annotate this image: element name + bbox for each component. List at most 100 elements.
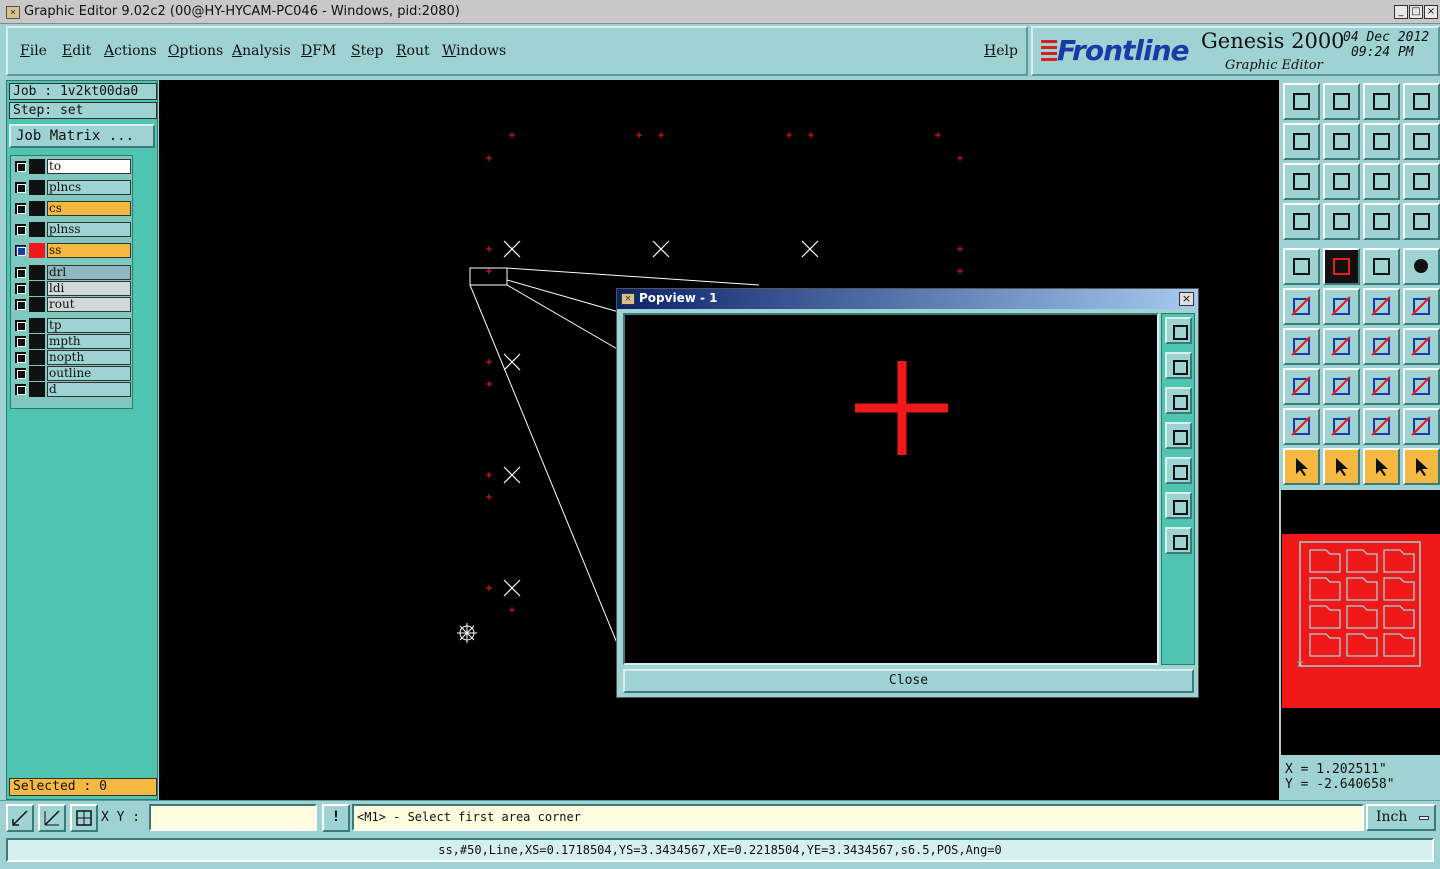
layer-checkbox[interactable] [15, 352, 26, 363]
select-pad-icon[interactable] [1283, 368, 1320, 405]
pointer-circle-icon[interactable] [1363, 448, 1400, 485]
layer-row-rout[interactable]: rout [13, 297, 131, 312]
menu-analysis[interactable]: Analysis [232, 43, 291, 59]
pointer-icon[interactable] [1283, 448, 1320, 485]
layer-color-swatch[interactable] [29, 334, 45, 349]
layer-row-plncs[interactable]: plncs [13, 180, 131, 195]
popview-zoom-in-icon[interactable] [1165, 527, 1192, 554]
arrow-up-icon[interactable] [1323, 408, 1360, 445]
layer-name[interactable]: tp [47, 318, 131, 333]
link-icon[interactable] [1363, 288, 1400, 325]
layer-checkbox[interactable] [15, 161, 26, 172]
layer-color-swatch[interactable] [29, 159, 45, 174]
layer-color-swatch[interactable] [29, 281, 45, 296]
measure-h-icon[interactable] [1363, 368, 1400, 405]
fill-icon[interactable] [1323, 248, 1360, 285]
dash-icon[interactable] [1323, 368, 1360, 405]
layer-checkbox[interactable] [15, 267, 26, 278]
layer-row-ldi[interactable]: ldi [13, 281, 131, 296]
probe-icon[interactable] [1323, 203, 1360, 240]
layer-row-mpth[interactable]: mpth [13, 334, 131, 349]
triangle-outline-icon[interactable] [1363, 408, 1400, 445]
mirror-icon[interactable] [1403, 328, 1440, 365]
popview-close-icon[interactable]: × [1179, 292, 1194, 306]
measure-icon[interactable] [38, 804, 66, 832]
layer-compare-icon[interactable] [1363, 203, 1400, 240]
layer-row-outline[interactable]: outline [13, 366, 131, 381]
layer-row-ss[interactable]: ss [13, 243, 131, 258]
layer-checkbox[interactable] [15, 283, 26, 294]
zoom-center-icon[interactable] [1323, 163, 1360, 200]
dot-icon[interactable] [1403, 248, 1440, 285]
layer-name[interactable]: ss [47, 243, 131, 258]
menu-windows[interactable]: Windows [442, 43, 506, 59]
popview-pan-up-icon[interactable] [1165, 352, 1192, 379]
layer-row-d[interactable]: d [13, 382, 131, 397]
menu-dfm[interactable]: DFM [301, 43, 336, 59]
layer-color-swatch[interactable] [29, 265, 45, 280]
xy-input[interactable] [149, 804, 317, 831]
layer-checkbox[interactable] [15, 299, 26, 310]
exclamation-button[interactable]: ! [322, 804, 350, 832]
shapes-icon[interactable] [1403, 368, 1440, 405]
popview-close-button[interactable]: Close [623, 669, 1194, 693]
layer-color-swatch[interactable] [29, 243, 45, 258]
popview-pan-left-icon[interactable] [1165, 422, 1192, 449]
popview-titlebar[interactable]: × Popview - 1 [617, 289, 1198, 309]
close-window-button[interactable]: × [1424, 5, 1438, 19]
zoom-ratio-icon[interactable] [1363, 163, 1400, 200]
job-matrix-button[interactable]: Job Matrix ... [9, 124, 155, 148]
snap-icon[interactable] [6, 804, 34, 832]
layer-color-swatch[interactable] [29, 222, 45, 237]
unit-selector[interactable]: Inch [1366, 804, 1436, 831]
layer-color-swatch[interactable] [29, 180, 45, 195]
popview-pan-down-icon[interactable] [1165, 387, 1192, 414]
zoom-fit-icon[interactable] [1283, 163, 1320, 200]
pad-icon[interactable] [1283, 248, 1320, 285]
layer-name[interactable]: drl [47, 265, 131, 280]
export-icon[interactable] [1323, 123, 1360, 160]
maximize-button[interactable]: □ [1409, 5, 1423, 19]
layer-name[interactable]: nopth [47, 350, 131, 365]
layer-color-swatch[interactable] [29, 350, 45, 365]
layer-row-plnss[interactable]: plnss [13, 222, 131, 237]
layer-name[interactable]: rout [47, 297, 131, 312]
cross-icon[interactable] [1323, 288, 1360, 325]
menu-step[interactable]: Step [351, 43, 383, 59]
layer-row-nopth[interactable]: nopth [13, 350, 131, 365]
minimize-button[interactable]: _ [1394, 5, 1408, 19]
layer-checkbox[interactable] [15, 336, 26, 347]
layer-checkbox[interactable] [15, 224, 26, 235]
triangle-icon[interactable] [1283, 408, 1320, 445]
import-icon[interactable] [1283, 123, 1320, 160]
layout-icon[interactable] [1403, 83, 1440, 120]
layer-checkbox[interactable] [15, 368, 26, 379]
layer-checkbox[interactable] [15, 320, 26, 331]
triangle-filled-icon[interactable] [1403, 408, 1440, 445]
home-icon[interactable] [1363, 83, 1400, 120]
menu-options[interactable]: Options [168, 43, 223, 59]
help-icon[interactable] [1403, 163, 1440, 200]
layer-row-drl[interactable]: drl [13, 265, 131, 280]
menu-help[interactable]: Help [984, 43, 1018, 59]
popview-zoom-out-icon[interactable] [1165, 492, 1192, 519]
menu-actions[interactable]: Actions [104, 43, 157, 59]
layer-color-swatch[interactable] [29, 366, 45, 381]
redraw-icon[interactable] [1403, 123, 1440, 160]
popview-canvas[interactable] [623, 313, 1159, 665]
layer-name[interactable]: outline [47, 366, 131, 381]
layer-name[interactable]: plncs [47, 180, 131, 195]
connect-icon[interactable] [1283, 288, 1320, 325]
layer-name[interactable]: to [47, 159, 131, 174]
save-icon[interactable] [1323, 83, 1360, 120]
layer-name[interactable]: ldi [47, 281, 131, 296]
layer-name[interactable]: d [47, 382, 131, 397]
layer-compare-red-icon[interactable] [1403, 203, 1440, 240]
layer-color-swatch[interactable] [29, 382, 45, 397]
grid-icon[interactable] [70, 804, 98, 832]
layer-row-tp[interactable]: tp [13, 318, 131, 333]
load-icon[interactable] [1283, 83, 1320, 120]
layer-name[interactable]: mpth [47, 334, 131, 349]
menu-file[interactable]: File [20, 43, 47, 59]
menu-rout[interactable]: Rout [396, 43, 430, 59]
